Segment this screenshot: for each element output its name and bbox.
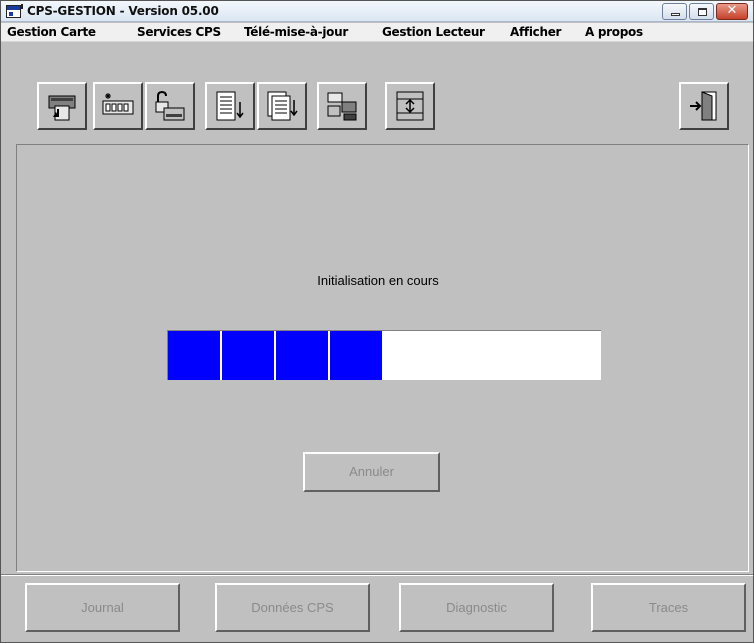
close-button[interactable]: ✕ (716, 3, 748, 20)
menu-afficher[interactable]: Afficher (510, 25, 561, 39)
maximize-button[interactable] (689, 3, 714, 20)
status-message: Initialisation en cours (317, 273, 439, 288)
toolbar-button-unlock-card[interactable] (145, 82, 195, 130)
exit-door-icon (690, 91, 717, 121)
window-title: CPS-GESTION - Version 05.00 (27, 4, 219, 18)
card-reader-icon (48, 95, 76, 121)
app-window: CPS-GESTION - Version 05.00 ✕ Gestion Ca… (0, 0, 754, 643)
traces-button-label: Traces (648, 600, 689, 615)
menu-tele-mise-a-jour[interactable]: Télé-mise-à-jour (244, 25, 348, 39)
progress-bar (167, 330, 601, 380)
cancel-button-label: Annuler (349, 464, 394, 479)
menu-gestion-carte[interactable]: Gestion Carte (7, 25, 96, 39)
journal-button-label: Journal (81, 600, 124, 615)
title-bar[interactable]: CPS-GESTION - Version 05.00 ✕ (1, 1, 753, 22)
app-icon (6, 4, 23, 18)
toolbar-button-exit[interactable] (679, 82, 729, 130)
donnees-cps-button-label: Données CPS (251, 600, 334, 615)
diagnostic-button[interactable]: Diagnostic (399, 583, 554, 632)
maximize-icon (698, 8, 707, 16)
progress-segment (330, 331, 382, 380)
close-icon: ✕ (726, 3, 738, 18)
reader-config-icon (327, 92, 357, 121)
document-download-icon (267, 91, 298, 121)
journal-button[interactable]: Journal (25, 583, 180, 632)
progress-segment (222, 331, 274, 380)
progress-segment (276, 331, 328, 380)
toolbar-button-reader-config[interactable] (317, 82, 367, 130)
toolbar-button-document-download[interactable] (257, 82, 307, 130)
bottom-divider (1, 574, 753, 576)
toolbar-button-update[interactable] (385, 82, 435, 130)
menu-services-cps[interactable]: Services CPS (137, 25, 221, 39)
toolbar-button-card-reader[interactable] (37, 82, 87, 130)
toolbar-button-document-list[interactable] (205, 82, 255, 130)
pin-code-icon (102, 93, 134, 115)
unlock-card-icon (155, 90, 185, 121)
progress-segment (168, 331, 220, 380)
traces-button[interactable]: Traces (591, 583, 746, 632)
cancel-button[interactable]: Annuler (303, 452, 440, 492)
document-list-icon (216, 91, 244, 121)
donnees-cps-button[interactable]: Données CPS (215, 583, 370, 632)
minimize-button[interactable] (662, 3, 687, 20)
menu-gestion-lecteur[interactable]: Gestion Lecteur (382, 25, 485, 39)
update-icon (396, 91, 424, 121)
diagnostic-button-label: Diagnostic (446, 600, 507, 615)
menu-bar: Gestion Carte Services CPS Télé-mise-à-j… (1, 23, 753, 42)
minimize-icon (671, 13, 680, 16)
toolbar-button-pin-code[interactable] (93, 82, 143, 130)
menu-a-propos[interactable]: A propos (585, 25, 643, 39)
